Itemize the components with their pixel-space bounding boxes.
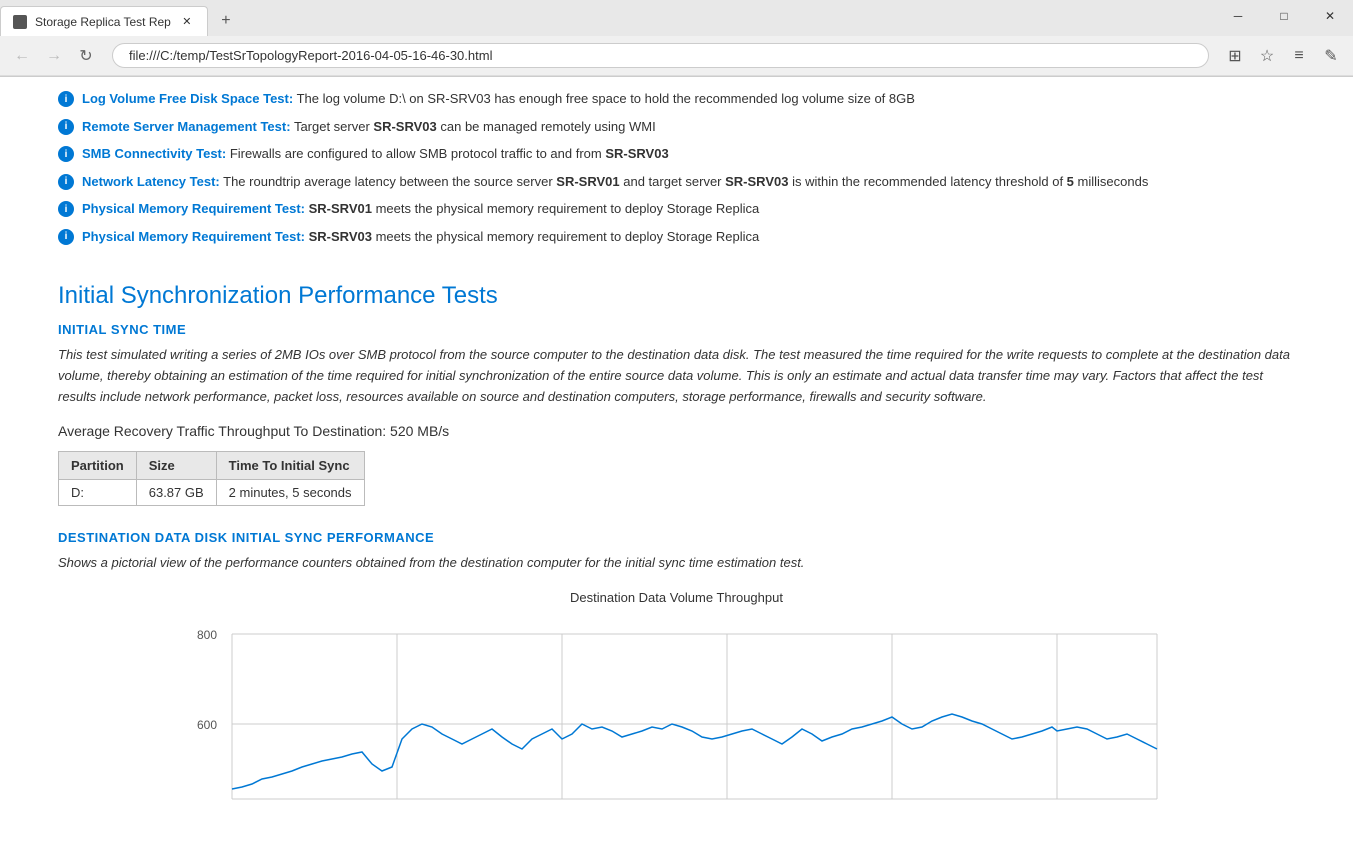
reading-mode-button[interactable]: ⊞ [1221,42,1249,70]
log-volume-label[interactable]: Log Volume Free Disk Space Test: [82,91,293,106]
svg-text:800: 800 [197,628,217,642]
address-bar[interactable]: file:///C:/temp/TestSrTopologyReport-201… [112,43,1209,68]
address-text: file:///C:/temp/TestSrTopologyReport-201… [129,48,1192,63]
dev-tools-button[interactable]: ✎ [1317,42,1345,70]
cell-time: 2 minutes, 5 seconds [216,480,364,506]
info-items-section: i Log Volume Free Disk Space Test: The l… [58,77,1295,262]
favorites-button[interactable]: ☆ [1253,42,1281,70]
info-icon-4: i [58,174,74,190]
tab-close-button[interactable]: ✕ [179,14,195,30]
tab-favicon [13,15,27,29]
description2-text: Shows a pictorial view of the performanc… [58,553,1295,574]
page-content: i Log Volume Free Disk Space Test: The l… [0,77,1353,854]
remote-mgmt-bold1: SR-SRV03 [373,119,436,134]
col-header-partition: Partition [59,452,137,480]
minimize-button[interactable]: ─ [1215,0,1261,32]
info-item-latency: i Network Latency Test: The roundtrip av… [58,168,1295,196]
refresh-button[interactable]: ↻ [72,42,100,70]
latency-bold3: 5 [1067,174,1074,189]
chart-title: Destination Data Volume Throughput [58,590,1295,605]
description1-text: This test simulated writing a series of … [58,345,1295,407]
memory2-bold1: SR-SRV03 [309,229,372,244]
back-button[interactable]: ← [8,42,36,70]
close-button[interactable]: ✕ [1307,0,1353,32]
chart-line [232,714,1157,789]
info-item-log-volume: i Log Volume Free Disk Space Test: The l… [58,85,1295,113]
info-icon-2: i [58,119,74,135]
browser-tab[interactable]: Storage Replica Test Rep ✕ [0,6,208,36]
info-item-smb: i SMB Connectivity Test: Firewalls are c… [58,140,1295,168]
info-item-remote-mgmt: i Remote Server Management Test: Target … [58,113,1295,141]
cell-size: 63.87 GB [136,480,216,506]
table-header-row: Partition Size Time To Initial Sync [59,452,365,480]
latency-bold2: SR-SRV03 [725,174,788,189]
subsection1-heading: INITIAL SYNC TIME [58,322,1295,337]
section-heading: Initial Synchronization Performance Test… [58,282,1295,310]
col-header-time: Time To Initial Sync [216,452,364,480]
tab-title: Storage Replica Test Rep [35,15,171,29]
smb-label[interactable]: SMB Connectivity Test: [82,146,226,161]
avg-throughput-text: Average Recovery Traffic Throughput To D… [58,423,1295,439]
subsection2-heading: DESTINATION DATA DISK INITIAL SYNC PERFO… [58,530,1295,545]
new-tab-button[interactable]: + [212,7,240,35]
log-volume-text: The log volume D:\ on SR-SRV03 has enoug… [297,91,915,106]
info-icon-3: i [58,146,74,162]
smb-bold1: SR-SRV03 [605,146,668,161]
memory1-bold1: SR-SRV01 [309,201,372,216]
memory1-label[interactable]: Physical Memory Requirement Test: [82,201,305,216]
info-icon-5: i [58,201,74,217]
latency-label[interactable]: Network Latency Test: [82,174,220,189]
maximize-button[interactable]: □ [1261,0,1307,32]
col-header-size: Size [136,452,216,480]
info-icon-1: i [58,91,74,107]
table-row: D: 63.87 GB 2 minutes, 5 seconds [59,480,365,506]
chart-section: Destination Data Volume Throughput 800 6… [58,590,1295,809]
menu-button[interactable]: ≡ [1285,42,1313,70]
remote-mgmt-label[interactable]: Remote Server Management Test: [82,119,291,134]
chart-svg: 800 600 [187,609,1167,809]
info-icon-6: i [58,229,74,245]
forward-button[interactable]: → [40,42,68,70]
latency-bold1: SR-SRV01 [556,174,619,189]
sync-table: Partition Size Time To Initial Sync D: 6… [58,451,365,506]
info-item-memory1: i Physical Memory Requirement Test: SR-S… [58,195,1295,223]
cell-partition: D: [59,480,137,506]
memory2-label[interactable]: Physical Memory Requirement Test: [82,229,305,244]
info-item-memory2: i Physical Memory Requirement Test: SR-S… [58,223,1295,251]
svg-text:600: 600 [197,718,217,732]
